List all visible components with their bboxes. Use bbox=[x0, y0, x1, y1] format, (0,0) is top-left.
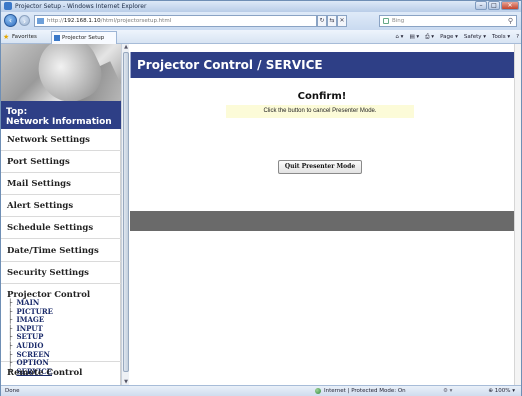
sidebar-item-port-settings[interactable]: Port Settings bbox=[1, 151, 121, 173]
sidebar-item-projector-control[interactable]: Projector Control bbox=[1, 284, 121, 300]
tab-label: Projector Setup bbox=[62, 35, 105, 41]
address-field[interactable]: http://192.168.1.10/html/projectorsetup.… bbox=[34, 15, 317, 27]
print-icon[interactable]: ⎙ ▾ bbox=[425, 32, 434, 42]
favorites-bar: ★ Favorites Projector Setup ⌂ ▾ ▤ ▾ ⎙ ▾ … bbox=[1, 30, 521, 44]
sidebar-item-alert-settings[interactable]: Alert Settings bbox=[1, 195, 121, 217]
url-host: 192.168.1.10 bbox=[63, 18, 101, 24]
sidebar-item-mail-settings[interactable]: Mail Settings bbox=[1, 173, 121, 195]
sidebar-item-network-settings[interactable]: Network Settings bbox=[1, 129, 121, 151]
feeds-icon[interactable]: ▤ ▾ bbox=[409, 32, 419, 42]
home-icon[interactable]: ⌂ ▾ bbox=[395, 32, 403, 42]
browser-window: Projector Setup - Windows Internet Explo… bbox=[0, 0, 522, 396]
security-zone: Internet | Protected Mode: On bbox=[315, 386, 406, 396]
search-placeholder: Bing bbox=[392, 18, 405, 24]
main-panel: Projector Control / SERVICE Confirm! Cli… bbox=[130, 44, 521, 385]
globe-icon bbox=[315, 388, 321, 394]
sidebar-item-remote-control[interactable]: Remote Control bbox=[1, 362, 121, 384]
page-title: Projector Control / SERVICE bbox=[137, 58, 323, 72]
status-tools-icon[interactable]: ⚙ ▾ bbox=[443, 386, 452, 396]
star-icon: ★ bbox=[3, 33, 10, 41]
address-row: ‹ › http://192.168.1.10/html/projectorse… bbox=[1, 12, 521, 30]
page-header: Projector Control / SERVICE bbox=[130, 52, 514, 78]
stop-icon[interactable]: ✕ bbox=[337, 15, 347, 27]
quit-presenter-mode-button[interactable]: Quit Presenter Mode bbox=[278, 160, 362, 174]
favorites-label: Favorites bbox=[12, 34, 37, 40]
ie-app-icon bbox=[4, 2, 12, 10]
confirm-heading: Confirm! bbox=[297, 91, 347, 102]
help-icon[interactable]: ? bbox=[516, 32, 519, 42]
compat-icon[interactable]: ⇆ bbox=[327, 15, 337, 27]
sidebar-scroll-thumb[interactable] bbox=[123, 52, 129, 372]
title-bar: Projector Setup - Windows Internet Explo… bbox=[1, 1, 521, 12]
safety-menu[interactable]: Safety ▾ bbox=[464, 32, 486, 42]
window-controls: – □ ✕ bbox=[475, 1, 519, 11]
sidebar-item-date-time-settings[interactable]: Date/Time Settings bbox=[1, 240, 121, 262]
url-path: /html/projectorsetup.html bbox=[100, 18, 172, 24]
zoom-icon: ⊕ bbox=[488, 388, 493, 394]
maximize-button[interactable]: □ bbox=[488, 1, 500, 10]
refresh-icon[interactable]: ↻ bbox=[317, 15, 327, 27]
window-title: Projector Setup - Windows Internet Explo… bbox=[15, 3, 147, 10]
sidebar-item-security-settings[interactable]: Security Settings bbox=[1, 262, 121, 284]
sidebar-item-schedule-settings[interactable]: Schedule Settings bbox=[1, 217, 121, 239]
close-button[interactable]: ✕ bbox=[501, 1, 519, 10]
page-icon bbox=[37, 18, 44, 24]
status-text: Done bbox=[5, 388, 20, 394]
address-tools: ↻ ⇆ ✕ bbox=[317, 15, 347, 27]
main-scrollbar[interactable] bbox=[514, 44, 521, 385]
bing-icon bbox=[383, 18, 389, 24]
sidebar-scrollbar[interactable]: ▲ ▼ bbox=[121, 44, 129, 385]
page-menu[interactable]: Page ▾ bbox=[440, 32, 458, 42]
tab-icon bbox=[54, 35, 60, 41]
minimize-button[interactable]: – bbox=[475, 1, 487, 10]
network-information-label: Network Information bbox=[6, 117, 112, 127]
search-icon[interactable]: ⚲ bbox=[508, 16, 513, 26]
page-content: Top: Network Information Network Setting… bbox=[1, 44, 521, 385]
zoom-level[interactable]: ⊕ 100% ▾ bbox=[488, 386, 515, 396]
forward-button[interactable]: › bbox=[19, 15, 30, 26]
status-bar: Done Internet | Protected Mode: On ⚙ ▾ ⊕… bbox=[1, 385, 521, 396]
sidebar-item-top-network-information[interactable]: Top: Network Information bbox=[1, 101, 121, 129]
command-bar: ⌂ ▾ ▤ ▾ ⎙ ▾ Page ▾ Safety ▾ Tools ▾ ? bbox=[395, 32, 519, 42]
zoom-value: 100% bbox=[494, 388, 511, 394]
sidebar: Top: Network Information Network Setting… bbox=[1, 44, 121, 385]
browser-tab[interactable]: Projector Setup bbox=[51, 31, 117, 44]
top-label: Top: bbox=[6, 107, 28, 117]
footer-bar bbox=[130, 211, 514, 231]
confirm-message: Click the button to cancel Presenter Mod… bbox=[226, 105, 414, 118]
url-prefix: http:// bbox=[47, 18, 64, 24]
favorites-button[interactable]: ★ Favorites bbox=[3, 32, 37, 42]
sidebar-group-projector-control: Projector Control ├ MAIN ├ PICTURE ├ IMA… bbox=[1, 284, 121, 376]
logo-image bbox=[1, 44, 121, 101]
search-input[interactable]: Bing ⚲ bbox=[379, 15, 517, 27]
tools-menu[interactable]: Tools ▾ bbox=[492, 32, 510, 42]
back-button[interactable]: ‹ bbox=[4, 14, 17, 27]
scroll-up-icon[interactable]: ▲ bbox=[123, 44, 129, 50]
zone-label: Internet | Protected Mode: On bbox=[324, 388, 406, 394]
